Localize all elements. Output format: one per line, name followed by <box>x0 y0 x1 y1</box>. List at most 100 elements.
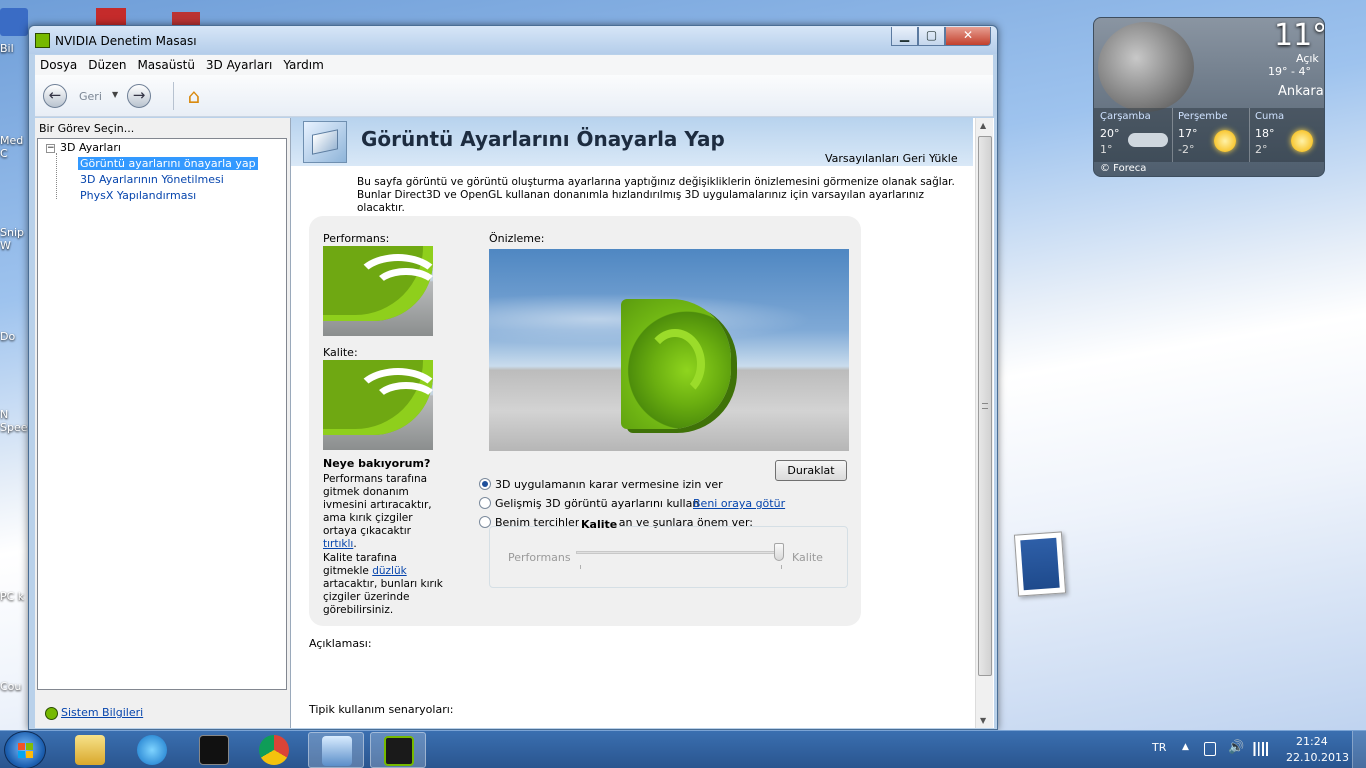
tree-item-adjust-image-settings[interactable]: Görüntü ayarlarını önayarla yap <box>78 157 258 170</box>
nvidia-info-icon <box>45 706 58 720</box>
chevron-down-icon[interactable]: ▼ <box>112 90 118 99</box>
scroll-up-icon[interactable]: ▲ <box>980 121 986 130</box>
radio-advanced-settings[interactable] <box>479 497 491 509</box>
forecast-day-name: Cuma <box>1255 111 1285 122</box>
network-signal-icon[interactable] <box>1252 742 1268 756</box>
menu-edit[interactable]: Düzen <box>83 55 132 72</box>
explanation-text: artacaktır, bunları kırık çizgiler üzeri… <box>323 578 443 616</box>
volume-icon[interactable]: 🔊 <box>1228 740 1244 755</box>
desktop-icon-label[interactable]: Do <box>0 330 15 343</box>
quality-slider-track[interactable] <box>576 551 784 554</box>
radio-advanced-settings-label[interactable]: Gelişmiş 3D görüntü ayarlarını kullan <box>495 497 699 510</box>
menu-file[interactable]: Dosya <box>35 55 83 72</box>
page-title: Görüntü Ayarlarını Önayarla Yap <box>361 127 725 151</box>
taskbar-internet-explorer[interactable] <box>124 732 180 768</box>
system-info-link[interactable]: Sistem Bilgileri <box>45 706 143 720</box>
desktop-icon-1[interactable] <box>0 8 28 39</box>
smoothness-link[interactable]: düzlük <box>372 565 406 577</box>
desktop-icon-label[interactable]: Med C <box>0 134 23 160</box>
desktop-icon-label[interactable]: N Spee <box>0 408 28 434</box>
show-hidden-icons-icon[interactable]: ▲ <box>1182 742 1189 752</box>
taskbar-nvidia-control-panel[interactable] <box>370 732 426 768</box>
quality-explanation: Kalite tarafına gitmekle düzlük artacakt… <box>323 552 445 617</box>
tree-item-manage-3d-settings[interactable]: 3D Ayarlarının Yönetilmesi <box>80 173 224 186</box>
close-button[interactable]: ✕ <box>945 27 991 46</box>
taskbar-file-explorer[interactable] <box>62 732 118 768</box>
forward-button[interactable]: → <box>127 84 151 108</box>
title-bar[interactable]: NVIDIA Denetim Masası ▁ ▢ ✕ <box>29 26 997 54</box>
window-title: NVIDIA Denetim Masası <box>55 34 197 48</box>
maximize-button[interactable]: ▢ <box>918 27 945 46</box>
scrollbar-thumb[interactable] <box>978 136 992 676</box>
menu-bar: Dosya Düzen Masaüstü 3D Ayarları Yardım <box>35 55 993 75</box>
vertical-scrollbar[interactable]: ▲ ▼ <box>975 118 993 728</box>
clock-date[interactable]: 22.10.2013 <box>1286 751 1349 764</box>
explanation-text: Performans tarafına gitmek donanım ivmes… <box>323 473 432 537</box>
toolbar-divider <box>173 82 174 110</box>
quality-slider-thumb[interactable] <box>774 543 784 561</box>
quality-label: Kalite: <box>323 346 358 359</box>
restore-defaults-link[interactable]: Varsayılanları Geri Yükle <box>825 152 958 165</box>
toolbar: ← Geri ▼ → ⌂ <box>35 75 993 117</box>
taskbar-chrome[interactable] <box>246 732 302 768</box>
start-button[interactable] <box>4 731 46 768</box>
mp3-icon <box>199 735 229 765</box>
nvidia-logo-icon <box>35 33 50 48</box>
forecast-low: 1° <box>1100 143 1113 156</box>
jagged-link[interactable]: tırtıklı <box>323 538 353 550</box>
weather-credit[interactable]: © Foreca <box>1100 163 1146 174</box>
tree-item-3d-settings[interactable]: 3D Ayarları <box>60 141 121 154</box>
pause-button[interactable]: Duraklat <box>775 460 847 481</box>
tree-collapse-icon[interactable]: − <box>46 144 55 153</box>
menu-desktop[interactable]: Masaüstü <box>132 55 200 72</box>
chrome-icon <box>259 735 289 765</box>
back-label[interactable]: Geri <box>79 90 102 103</box>
weather-gadget[interactable]: 11° Açık 19° - 4° Ankara Çarşamba 20° 1°… <box>1093 17 1325 177</box>
3d-settings-icon <box>303 121 347 163</box>
take-me-there-link[interactable]: Beni oraya götür <box>693 497 785 510</box>
performance-explanation: Performans tarafına gitmek donanım ivmes… <box>323 473 445 551</box>
radio-let-app-decide[interactable] <box>479 478 491 490</box>
usage-scenarios-label: Tipik kullanım senaryoları: <box>309 703 454 716</box>
tree-item-label: Görüntü ayarlarını önayarla yap <box>78 157 258 170</box>
minimize-button[interactable]: ▁ <box>891 27 918 46</box>
menu-help[interactable]: Yardım <box>278 55 329 72</box>
desktop-icon-label[interactable]: Snip W <box>0 226 24 252</box>
language-indicator[interactable]: TR <box>1152 741 1166 754</box>
current-temperature: 11° <box>1274 18 1325 53</box>
weather-city: Ankara <box>1278 84 1324 99</box>
desktop-photo-gadget[interactable] <box>1013 531 1067 597</box>
3d-preview[interactable] <box>489 249 849 451</box>
slider-tick <box>580 565 581 569</box>
desktop-icon-label[interactable]: Bil <box>0 42 14 55</box>
menu-3d-settings[interactable]: 3D Ayarları <box>201 55 278 72</box>
forecast-low: 2° <box>1255 143 1268 156</box>
temperature-range: 19° - 4° <box>1268 65 1311 78</box>
back-button[interactable]: ← <box>43 84 67 108</box>
clock-time[interactable]: 21:24 <box>1296 735 1328 748</box>
system-tray: TR ▲ 🔊 21:24 22.10.2013 <box>1130 731 1366 768</box>
task-pane: Bir Görev Seçin... − 3D Ayarları Görüntü… <box>35 118 290 728</box>
home-icon[interactable]: ⌂ <box>181 83 207 109</box>
slider-quality-label: Kalite <box>792 551 823 564</box>
quality-slider-group: Performans Kalite <box>489 526 848 588</box>
desktop-icon-label[interactable]: PC k <box>0 590 24 603</box>
explanation-text: . <box>353 538 357 550</box>
tree-connector <box>56 153 76 199</box>
radio-let-app-decide-label[interactable]: 3D uygulamanın karar vermesine izin ver <box>495 478 723 491</box>
folder-icon <box>75 735 105 765</box>
desktop-icon-label[interactable]: Cou <box>0 680 21 693</box>
task-pane-label: Bir Görev Seçin... <box>39 122 135 135</box>
action-center-icon[interactable] <box>1204 742 1216 756</box>
scroll-down-icon[interactable]: ▼ <box>980 716 986 725</box>
forecast-strip: Çarşamba 20° 1° Perşembe 17° -2° Cuma 18… <box>1094 108 1324 162</box>
preview-panel: Performans: Kalite: Neye bakıyorum? Perf… <box>309 216 861 626</box>
taskbar-mp3-app[interactable] <box>186 732 242 768</box>
forecast-high: 20° <box>1100 127 1120 140</box>
tree-item-physx[interactable]: PhysX Yapılandırması <box>80 189 196 202</box>
slider-tick <box>781 565 782 569</box>
taskbar-control-panel[interactable] <box>308 732 364 768</box>
performance-label: Performans: <box>323 232 390 245</box>
sun-icon <box>1291 130 1313 152</box>
show-desktop-button[interactable] <box>1352 731 1366 768</box>
